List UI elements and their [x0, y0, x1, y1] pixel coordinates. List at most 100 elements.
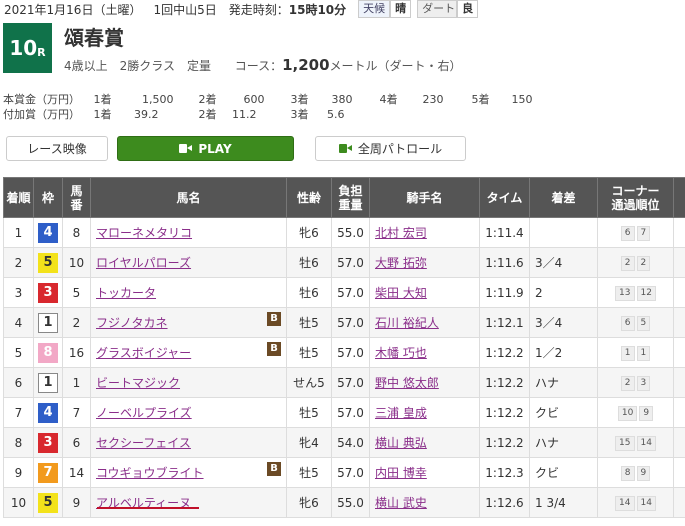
sexage-cell: 牡5 [286, 397, 332, 428]
jockey-cell: 石川 裕紀人 [369, 307, 480, 338]
video-camera-icon [338, 144, 352, 153]
horse-link[interactable]: コウギョウブライト [96, 466, 204, 480]
header-sexage[interactable]: 性齢 [286, 177, 332, 218]
weather-value: 晴 [390, 0, 412, 18]
prize-place: 1着 [93, 108, 112, 121]
weight-cell: 57.0 [331, 307, 370, 338]
time-cell: 1:12.6 [479, 487, 530, 518]
corner-pos: 5 [636, 316, 651, 331]
waku-cell: 1 [33, 307, 63, 338]
corner-pos: 2 [620, 376, 635, 391]
header-place[interactable]: 着順 [3, 177, 34, 218]
corner-pos: 9 [639, 406, 654, 421]
corner-cell: 67 [597, 217, 674, 248]
weight-cell: 55.0 [331, 487, 370, 518]
umaban-cell: 16 [62, 337, 91, 368]
horse-cell: コウギョウブライト B [90, 457, 287, 488]
horse-cell: フジノタカネ B [90, 307, 287, 338]
header-waku[interactable]: 枠 [33, 177, 63, 218]
time-cell: 1:12.2 [479, 337, 530, 368]
time-cell: 1:11.6 [479, 247, 530, 278]
margin-cell: 1 3/4 [529, 487, 598, 518]
table-row: 5 8 16 グラスボイジャー B 牡5 57.0 木幡 巧也 1:12.2 1／2 1 1 [3, 337, 685, 368]
margin-cell: ハナ [529, 427, 598, 458]
sexage-cell: 牡6 [286, 277, 332, 308]
horse-link[interactable]: ビートマジック [96, 376, 180, 390]
horse-link[interactable]: ノーベルプライズ [96, 406, 192, 420]
race-video-button[interactable]: レース映像 [6, 136, 108, 161]
jockey-link[interactable]: 野中 悠太郎 [375, 376, 439, 390]
jockey-link[interactable]: 石川 裕紀人 [375, 316, 439, 330]
header-corner[interactable]: コーナー 通過順位 [597, 177, 674, 218]
play-label: PLAY [198, 141, 232, 156]
sexage-cell: 牡6 [286, 247, 332, 278]
margin-cell: 3／4 [529, 247, 598, 278]
weight-cell: 57.0 [331, 397, 370, 428]
header-margin[interactable]: 着差 [529, 177, 598, 218]
track-label: ダート [417, 0, 458, 18]
play-button[interactable]: PLAY [117, 136, 294, 161]
waku-badge: 1 [38, 372, 58, 393]
race-conditions: 4歳以上 2勝クラス 定量 [64, 59, 212, 73]
course-distance: 1,200 [282, 56, 330, 74]
jockey-link[interactable]: 横山 武史 [375, 496, 427, 510]
weight-cell: 57.0 [331, 457, 370, 488]
table-row: 4 1 2 フジノタカネ B 牡5 57.0 石川 裕紀人 1:12.1 3／4 6 5 [3, 307, 685, 338]
race-name: 頌春賞 [64, 26, 124, 50]
place-cell: 10 [3, 487, 34, 518]
place-cell: 3 [3, 277, 34, 308]
horse-cell: マローネメタリコ [90, 217, 287, 248]
umaban-cell: 7 [62, 397, 91, 428]
header-umaban[interactable]: 馬番 [62, 177, 91, 218]
header-weight[interactable]: 負担 重量 [331, 177, 370, 218]
extra-cell [673, 397, 685, 428]
corner-cell: 14 14 [597, 487, 674, 518]
header-umaban-line: 馬 [70, 183, 83, 198]
corner-pos: 14 [636, 436, 656, 451]
horse-link[interactable]: マローネメタリコ [96, 226, 192, 240]
patrol-label: 全周パトロール [357, 142, 443, 156]
sexage-cell: 牡5 [286, 307, 332, 338]
horse-link[interactable]: フジノタカネ [96, 316, 168, 330]
time-cell: 1:12.2 [479, 367, 530, 398]
corner-cell: 23 [597, 367, 674, 398]
corner-cell: 11 [597, 337, 674, 368]
waku-cell: 4 [33, 217, 63, 248]
jockey-link[interactable]: 柴田 大知 [375, 286, 427, 300]
extra-cell [673, 337, 685, 368]
place-cell: 6 [3, 367, 34, 398]
jockey-link[interactable]: 内田 博幸 [375, 466, 427, 480]
jockey-link[interactable]: 大野 拓弥 [375, 256, 427, 270]
jockey-link[interactable]: 木幡 巧也 [375, 346, 427, 360]
corner-pos: 13 [615, 286, 635, 301]
waku-badge: 8 [38, 342, 58, 363]
jockey-link[interactable]: 横山 典弘 [375, 436, 427, 450]
header-jockey[interactable]: 騎手名 [369, 177, 480, 218]
prize-place: 1着 [93, 93, 112, 106]
jockey-cell: 大野 拓弥 [369, 247, 480, 278]
jockey-cell: 木幡 巧也 [369, 337, 480, 368]
table-row: 3 3 5 トッカータ 牡6 57.0 柴田 大知 1:11.9 2 13 12 [3, 277, 685, 308]
horse-cell: ノーベルプライズ [90, 397, 287, 428]
jockey-link[interactable]: 北村 宏司 [375, 226, 427, 240]
header-umaban-line: 番 [70, 197, 83, 212]
patrol-button[interactable]: 全周パトロール [315, 136, 466, 161]
corner-pos: 8 [620, 466, 635, 481]
blinker-icon: B [267, 312, 281, 326]
jockey-link[interactable]: 三浦 皇成 [375, 406, 427, 420]
header-weight-line: 負担 [338, 183, 363, 198]
post-time: 15時10分 [288, 2, 347, 17]
track-condition: 良 [457, 0, 479, 18]
header-extra [673, 177, 685, 218]
time-cell: 1:11.9 [479, 277, 530, 308]
horse-link[interactable]: セクシーフェイス [96, 436, 191, 450]
time-cell: 1:11.4 [479, 217, 530, 248]
horse-link[interactable]: グラスボイジャー [96, 346, 191, 360]
horse-link[interactable]: ロイヤルパローズ [96, 256, 191, 270]
umaban-cell: 9 [62, 487, 91, 518]
time-cell: 1:12.1 [479, 307, 530, 338]
header-horse[interactable]: 馬名 [90, 177, 287, 218]
horse-link[interactable]: トッカータ [96, 286, 156, 300]
race-date: 2021年1月16日（土曜） [4, 2, 142, 17]
header-time[interactable]: タイム [479, 177, 530, 218]
